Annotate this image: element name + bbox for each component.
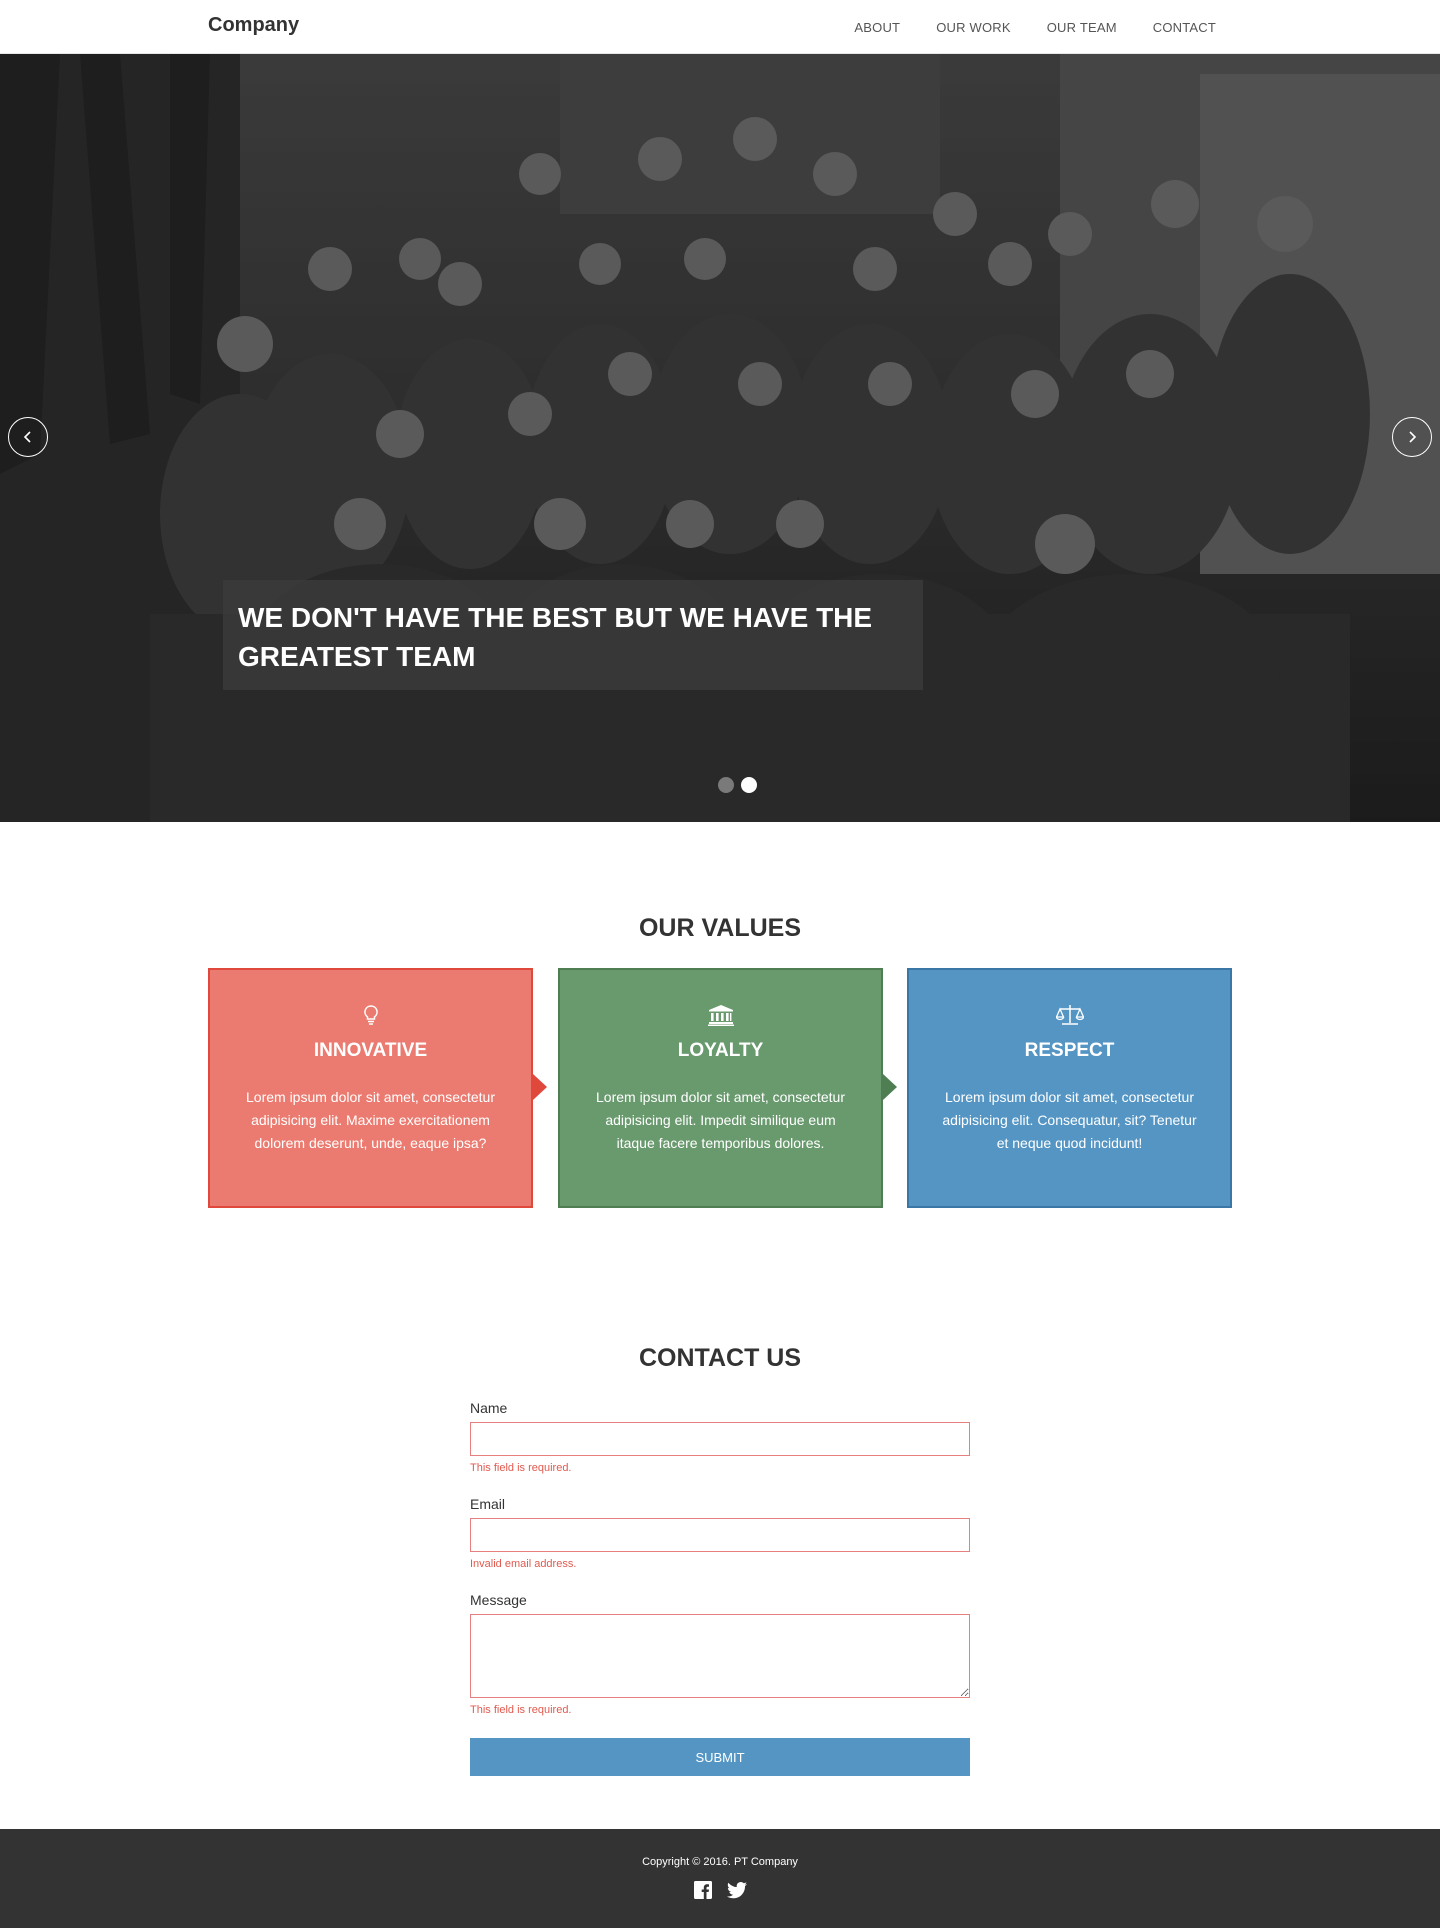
name-field[interactable] bbox=[470, 1422, 970, 1456]
social-links bbox=[0, 1880, 1440, 1900]
name-label: Name bbox=[470, 1400, 508, 1416]
value-card-text: Lorem ipsum dolor sit amet, consectetur … bbox=[942, 1089, 1197, 1151]
value-card-innovative: INNOVATIVE Lorem ipsum dolor sit amet, c… bbox=[208, 968, 533, 1208]
value-card-title: LOYALTY bbox=[677, 1040, 764, 1061]
hero-carousel: WE DON'T HAVE THE BEST BUT WE HAVE THE G… bbox=[0, 54, 1440, 822]
brand-logo[interactable]: Company bbox=[208, 14, 299, 37]
main-nav: ABOUT OUR WORK OUR TEAM CONTACT bbox=[818, 0, 1216, 54]
value-card-text: Lorem ipsum dolor sit amet, consectetur … bbox=[596, 1089, 845, 1151]
message-error-message: This field is required. bbox=[470, 1704, 572, 1716]
copyright-text: Copyright © 2016. PT Company bbox=[642, 1856, 798, 1868]
submit-button[interactable]: SUBMIT bbox=[470, 1738, 970, 1776]
value-card-title: INNOVATIVE bbox=[313, 1040, 428, 1061]
name-error-message: This field is required. bbox=[470, 1462, 572, 1474]
email-label: Email bbox=[470, 1496, 506, 1512]
contact-form: Name This field is required. Email Inval… bbox=[470, 1400, 970, 1776]
value-arrow-2 bbox=[883, 1074, 897, 1100]
name-form-group: Name This field is required. bbox=[470, 1400, 970, 1476]
message-label: Message bbox=[470, 1592, 527, 1608]
message-form-group: Message This field is required. bbox=[470, 1592, 970, 1718]
balance-scale-icon bbox=[909, 1004, 1230, 1028]
carousel-next-button[interactable] bbox=[1392, 417, 1432, 457]
email-error-message: Invalid email address. bbox=[470, 1558, 577, 1570]
footer: Copyright © 2016. PT Company bbox=[0, 1829, 1440, 1928]
nav-link-about[interactable]: ABOUT bbox=[854, 20, 900, 35]
nav-link-our-team[interactable]: OUR TEAM bbox=[1047, 20, 1117, 35]
lightbulb-icon bbox=[210, 1004, 531, 1028]
value-card-loyalty: LOYALTY Lorem ipsum dolor sit amet, cons… bbox=[558, 968, 883, 1208]
carousel-indicator-1[interactable] bbox=[718, 777, 734, 793]
value-card-respect: RESPECT Lorem ipsum dolor sit amet, cons… bbox=[907, 968, 1232, 1208]
message-field[interactable] bbox=[470, 1614, 970, 1698]
bank-icon bbox=[560, 1004, 881, 1028]
carousel-indicator-2[interactable] bbox=[741, 777, 757, 793]
carousel-caption: WE DON'T HAVE THE BEST BUT WE HAVE THE G… bbox=[223, 580, 923, 690]
chevron-left-icon bbox=[23, 431, 31, 443]
value-card-text: Lorem ipsum dolor sit amet, consectetur … bbox=[246, 1089, 495, 1151]
carousel-indicators bbox=[718, 777, 757, 793]
navbar: Company ABOUT OUR WORK OUR TEAM CONTACT bbox=[0, 0, 1440, 54]
carousel-caption-text: WE DON'T HAVE THE BEST BUT WE HAVE THE G… bbox=[238, 602, 873, 672]
hero-overlay bbox=[0, 54, 1440, 822]
twitter-icon[interactable] bbox=[727, 1880, 747, 1900]
nav-link-contact[interactable]: CONTACT bbox=[1153, 20, 1216, 35]
chevron-right-icon bbox=[1409, 431, 1417, 443]
facebook-icon[interactable] bbox=[693, 1880, 713, 1900]
carousel-prev-button[interactable] bbox=[8, 417, 48, 457]
value-card-title: RESPECT bbox=[1024, 1040, 1115, 1061]
values-section-title: OUR VALUES bbox=[638, 914, 802, 942]
email-form-group: Email Invalid email address. bbox=[470, 1496, 970, 1572]
email-field[interactable] bbox=[470, 1518, 970, 1552]
value-arrow-1 bbox=[533, 1074, 547, 1100]
contact-section-title: CONTACT US bbox=[638, 1344, 802, 1372]
nav-link-our-work[interactable]: OUR WORK bbox=[936, 20, 1011, 35]
